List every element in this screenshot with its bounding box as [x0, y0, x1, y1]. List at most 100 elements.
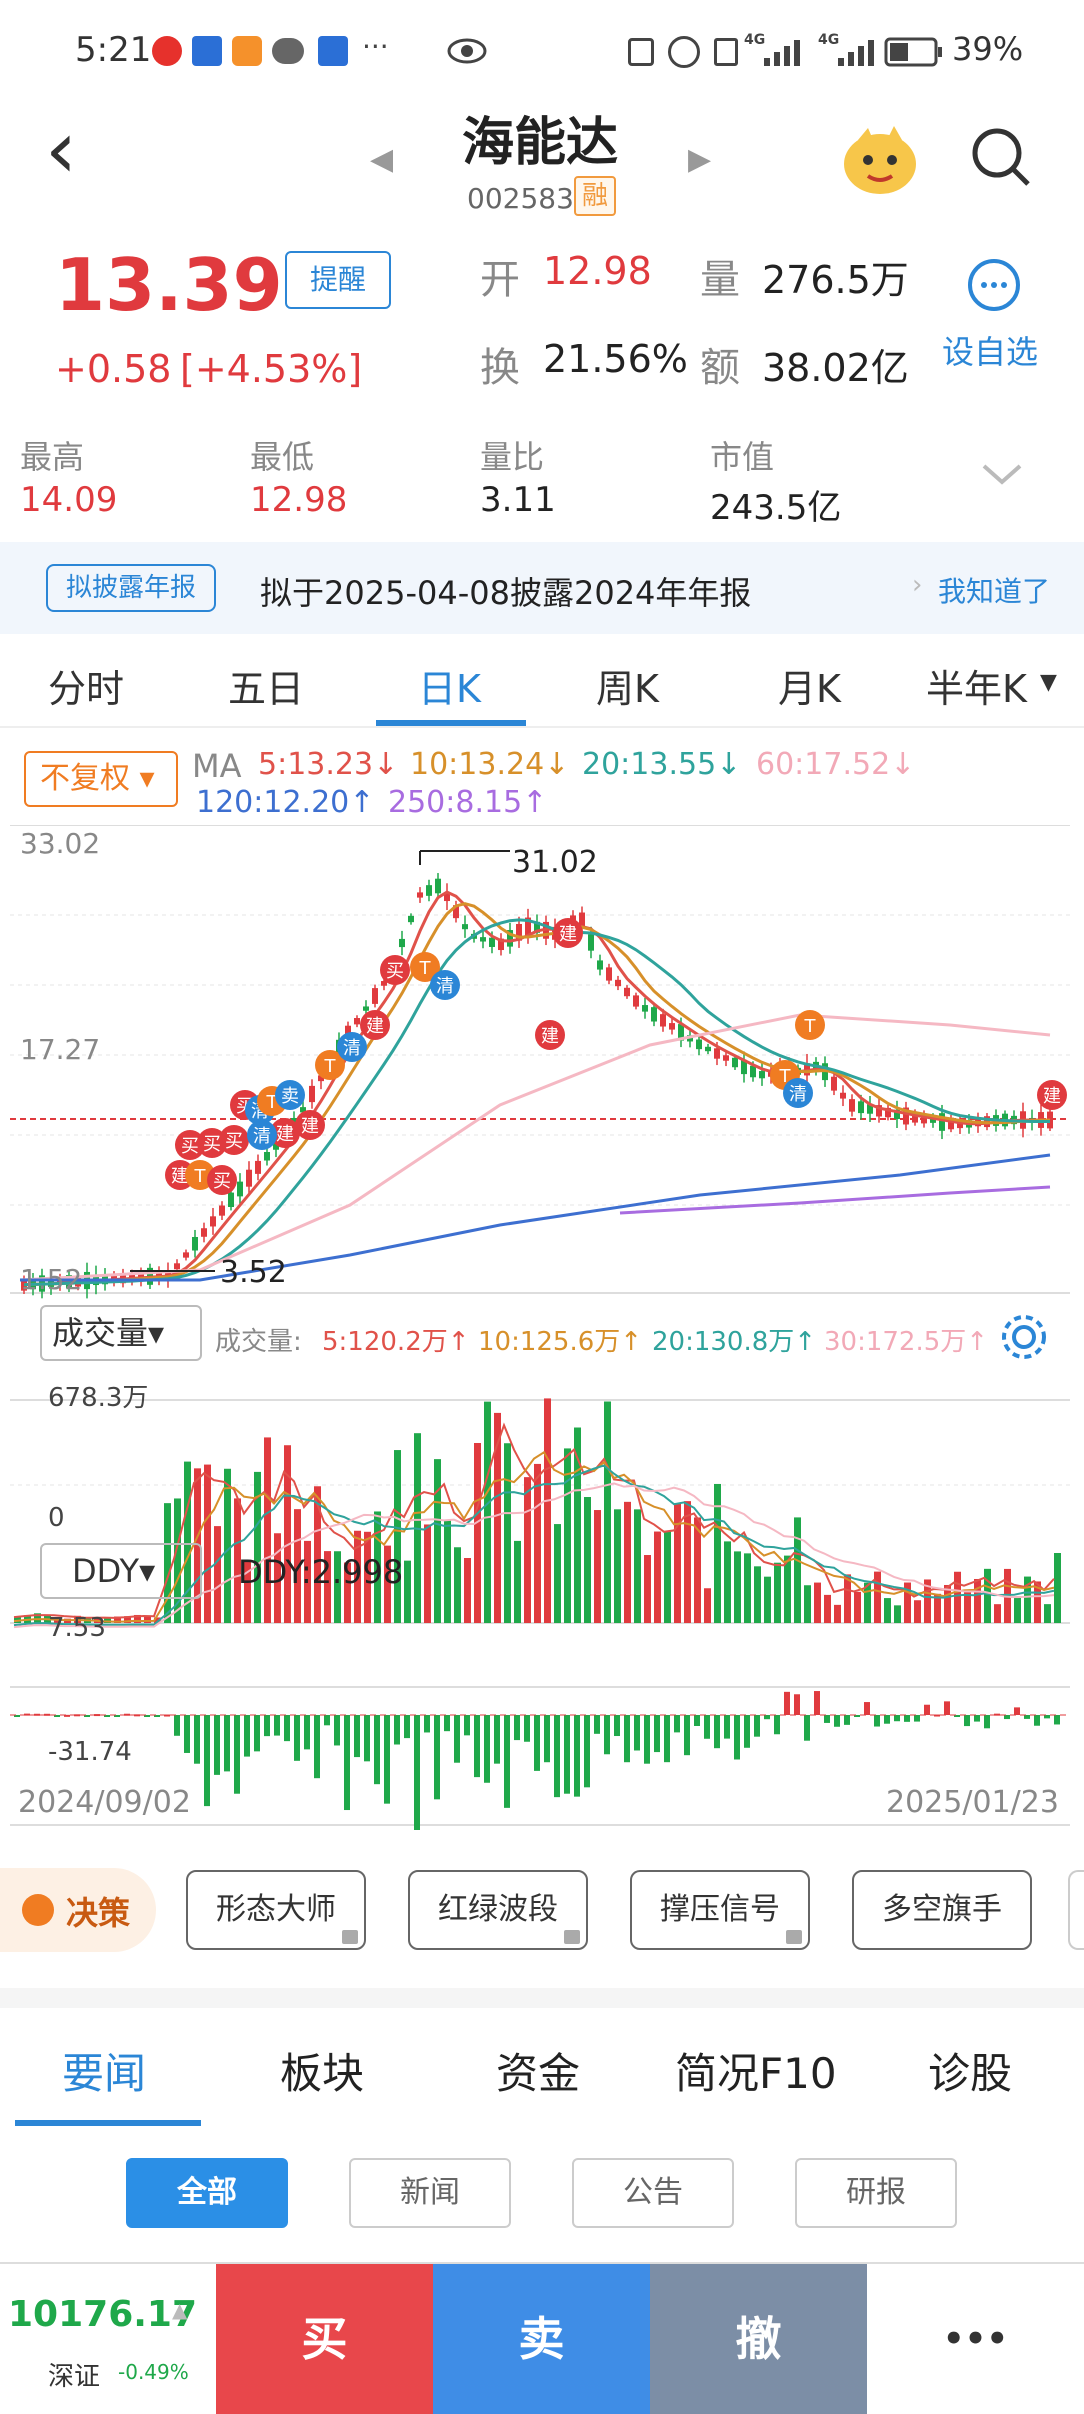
volume-bar: [434, 1459, 441, 1623]
kline-chart-area: 不复权 ▾ MA 5:13.23↓ 10:13.24↓ 20:13.55↓ 60…: [0, 735, 1084, 1835]
adjust-select[interactable]: 不复权 ▾: [24, 751, 178, 807]
adjust-label: 不复权: [40, 761, 130, 796]
battery-percent: 39%: [952, 30, 1024, 68]
next-stock-button[interactable]: ▶: [688, 142, 711, 177]
signal-label: 买: [225, 1131, 243, 1152]
volume-bar: [684, 1501, 691, 1623]
signal-label: 建: [559, 924, 577, 945]
filter-announcement[interactable]: 公告: [572, 2158, 734, 2228]
volume-bar: [404, 1560, 411, 1623]
chevron-right-icon: ›: [912, 570, 923, 600]
index-ticker[interactable]: 10176.17 ▲ 深证 -0.49%: [0, 2264, 215, 2414]
tab-sector[interactable]: 板块: [280, 2040, 364, 2101]
stock-header: ‹ ◀ 海能达 002583 融 ▶: [0, 100, 1084, 235]
volume-bar: [794, 1517, 801, 1623]
ddy-bar: [304, 1715, 310, 1750]
ddy-bar: [784, 1691, 790, 1715]
volume-bar: [784, 1555, 791, 1623]
tab-five-day[interactable]: 五日: [228, 658, 304, 713]
volume-bar: [854, 1591, 861, 1623]
tool-red-green-wave[interactable]: 红绿波段: [408, 1870, 588, 1950]
mascot-icon[interactable]: [838, 120, 922, 198]
back-button[interactable]: ‹: [45, 110, 77, 190]
ddy-bar: [254, 1715, 260, 1752]
tab-f10[interactable]: 简况F10: [675, 2040, 837, 2101]
buy-button[interactable]: 买: [216, 2264, 433, 2414]
caret-down-icon[interactable]: ▼: [1040, 670, 1057, 695]
decision-button[interactable]: 决策: [0, 1868, 156, 1952]
volume-bar: [644, 1555, 651, 1623]
stat-high-value: 14.09: [20, 480, 118, 520]
ma60-value: 60:17.52↓: [756, 747, 916, 782]
ddy-bar: [1044, 1715, 1050, 1719]
volume-bar: [614, 1509, 621, 1623]
ddy-btn-label: DDY: [72, 1552, 140, 1590]
tab-news-headlines[interactable]: 要闻: [62, 2040, 146, 2101]
volume-indicator-select[interactable]: 成交量▾: [40, 1305, 202, 1361]
volume-bar: [634, 1509, 641, 1623]
turnover-value: 21.56%: [543, 337, 688, 381]
clock: 5:21: [75, 30, 152, 70]
ddy-bar: [1034, 1715, 1040, 1726]
stat-market-cap-value: 243.5亿: [710, 488, 842, 528]
ddy-bar: [824, 1715, 830, 1723]
prev-stock-button[interactable]: ◀: [370, 142, 393, 177]
tool-bull-bear-flag[interactable]: 多空旗手: [852, 1870, 1032, 1950]
turnover-label: 换: [480, 345, 520, 391]
signal-label: 买: [386, 961, 404, 982]
more-menu-button[interactable]: •••: [867, 2264, 1084, 2414]
battery-icon: [884, 37, 942, 67]
sell-button[interactable]: 卖: [433, 2264, 650, 2414]
add-watch-button[interactable]: 设自选: [942, 327, 1038, 373]
ma5-line: [23, 890, 1050, 1287]
volume-bar: [504, 1443, 511, 1623]
ddy-axis-bottom: -31.74: [48, 1737, 132, 1767]
ddy-bar: [904, 1715, 910, 1722]
app-icon: [192, 36, 222, 66]
add-watch-icon[interactable]: [966, 257, 1022, 313]
tab-monthly-k[interactable]: 月K: [778, 658, 841, 713]
wechat-icon: [272, 38, 304, 64]
tool-label: 红绿波段: [438, 1892, 558, 1927]
ddy-bar: [704, 1715, 710, 1739]
index-name: 深证: [48, 2362, 101, 2392]
ddy-bar: [684, 1715, 690, 1756]
ddy-bar: [754, 1715, 760, 1737]
ddy-bar: [294, 1715, 300, 1761]
more-tools-edge[interactable]: [1068, 1870, 1084, 1950]
tab-half-year-k[interactable]: 半年K: [926, 658, 1027, 713]
volume-bar: [954, 1571, 961, 1623]
signal-label: 建: [276, 1124, 294, 1145]
tab-intraday[interactable]: 分时: [48, 658, 124, 713]
settings-gear-icon[interactable]: [998, 1311, 1050, 1363]
stock-code: 002583: [467, 182, 574, 215]
alert-button[interactable]: 提醒: [285, 251, 391, 309]
search-icon[interactable]: [970, 126, 1032, 188]
price-change-pct: [+4.53%]: [180, 347, 363, 391]
volume-axis-zero: 0: [48, 1503, 65, 1533]
ddy-bar: [414, 1715, 420, 1830]
ddy-bar: [744, 1715, 750, 1748]
tab-weekly-k[interactable]: 周K: [596, 658, 659, 713]
volume-bar: [724, 1541, 731, 1623]
filter-research[interactable]: 研报: [795, 2158, 957, 2228]
filter-news[interactable]: 新闻: [349, 2158, 511, 2228]
volume-bar: [664, 1531, 671, 1623]
signal-label: 清: [253, 1126, 271, 1147]
tool-pattern-master[interactable]: 形态大师: [186, 1870, 366, 1950]
tab-capital[interactable]: 资金: [496, 2040, 580, 2101]
tool-support-resistance[interactable]: 撑压信号: [630, 1870, 810, 1950]
ddy-bar: [174, 1715, 180, 1736]
volume-bar: [754, 1566, 761, 1623]
chevron-down-icon[interactable]: [980, 460, 1024, 488]
ddy-indicator-select[interactable]: DDY▾: [40, 1543, 202, 1599]
ddy-bar: [494, 1715, 500, 1764]
tab-diagnosis[interactable]: 诊股: [928, 2040, 1012, 2101]
filter-all[interactable]: 全部: [126, 2158, 288, 2228]
tab-daily-k[interactable]: 日K: [418, 658, 481, 713]
ddy-bar: [774, 1715, 780, 1735]
bottom-trade-bar: 10176.17 ▲ 深证 -0.49% 买 卖 撤 •••: [0, 2262, 1084, 2414]
ma250-value: 250:8.15↑: [388, 785, 548, 820]
notice-dismiss-button[interactable]: 我知道了: [938, 570, 1050, 610]
cancel-order-button[interactable]: 撤: [650, 2264, 867, 2414]
